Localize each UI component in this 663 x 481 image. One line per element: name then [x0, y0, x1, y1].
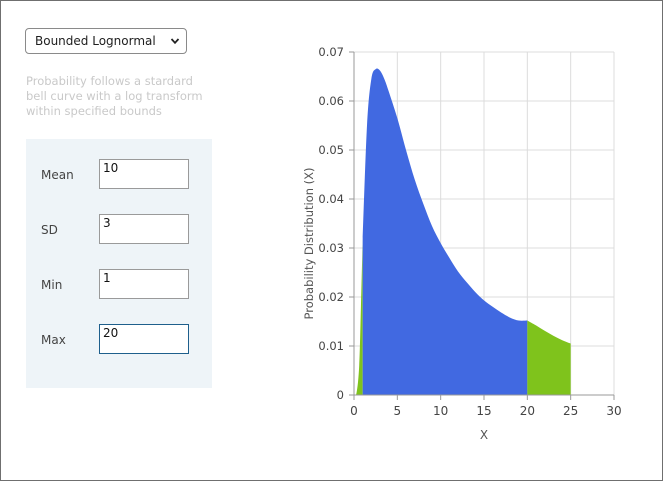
y-tick-label: 0 — [337, 388, 344, 402]
max-label: Max — [41, 333, 66, 347]
x-tick-label: 30 — [606, 404, 621, 418]
max-input[interactable] — [99, 324, 189, 354]
min-label: Min — [41, 278, 63, 292]
x-tick-label: 25 — [563, 404, 578, 418]
distribution-description: Probability follows a stardard bell curv… — [26, 74, 203, 118]
sd-input[interactable] — [99, 214, 189, 244]
probability-chart: 0 5 10 15 20 25 30 0 0.01 0.02 0.03 0.04 0.05 0.06 0.0… — [302, 45, 622, 442]
x-tick-label: 0 — [350, 404, 358, 418]
sd-label: SD — [41, 223, 58, 237]
y-tick-label: 0.04 — [318, 192, 344, 206]
x-axis-label: X — [480, 428, 488, 442]
chevron-down-icon — [170, 38, 180, 45]
min-input[interactable] — [99, 269, 189, 299]
x-tick-label: 15 — [476, 404, 491, 418]
mean-label: Mean — [41, 168, 74, 182]
app-window: Bounded Lognormal Probability follows a … — [0, 0, 663, 481]
y-tick-label: 0.03 — [318, 241, 344, 255]
x-tick-label: 10 — [433, 404, 448, 418]
parameter-panel: Mean SD Min Max — [26, 139, 212, 388]
mean-input[interactable] — [99, 159, 189, 189]
y-tick-label: 0.05 — [318, 143, 344, 157]
y-tick-label: 0.02 — [318, 290, 344, 304]
x-tick-label: 20 — [520, 404, 535, 418]
y-axis-label: Probability Distribution (X) — [302, 167, 316, 319]
y-tick-label: 0.07 — [318, 45, 344, 59]
y-tick-label: 0.01 — [318, 339, 344, 353]
distribution-select-value: Bounded Lognormal — [35, 34, 156, 48]
x-tick-label: 5 — [394, 404, 402, 418]
distribution-select[interactable]: Bounded Lognormal — [25, 28, 187, 54]
y-tick-label: 0.06 — [318, 94, 344, 108]
